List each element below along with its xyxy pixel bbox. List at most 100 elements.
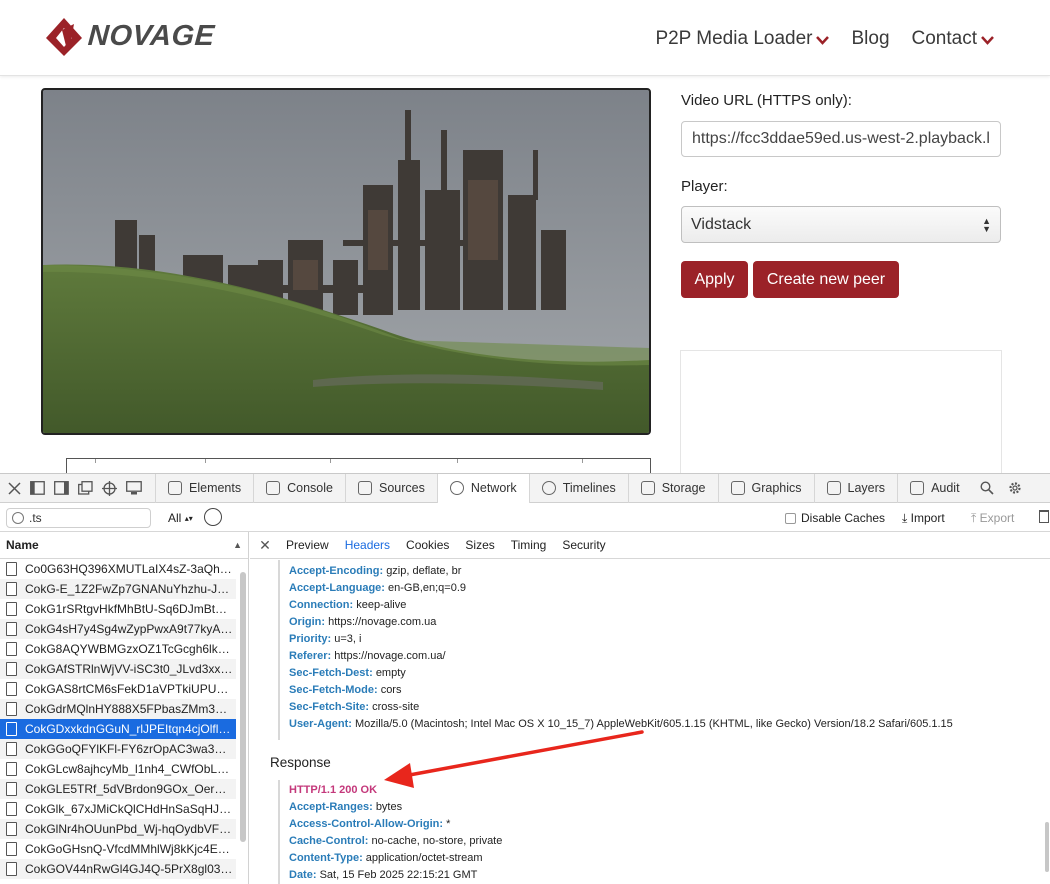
video-frame [43, 90, 649, 433]
player-select[interactable]: Vidstack ▲ ▼ [681, 206, 1001, 243]
request-name: CokGoGHsnQ-VfcdMMhlWj8kKjc4EYW... [25, 842, 233, 856]
export-button[interactable]: ⤒ Export [971, 511, 1014, 526]
tab-security[interactable]: Security [554, 538, 613, 552]
request-row[interactable]: CokGLcw8ajhcyMb_l1nh4_CWfObLAp5... [0, 759, 236, 779]
network-filter-input[interactable]: .ts [6, 508, 151, 528]
tab-sizes[interactable]: Sizes [457, 538, 502, 552]
dock-right-icon[interactable] [54, 481, 69, 495]
response-section-title: Response [270, 755, 331, 770]
header-value: Mozilla/5.0 (Macintosh; Intel Mac OS X 1… [355, 718, 953, 730]
request-row[interactable]: CokGoGHsnQ-VfcdMMhlWj8kKjc4EYW... [0, 839, 236, 859]
player-label: Player: [681, 178, 728, 195]
element-picker-icon[interactable] [102, 480, 117, 496]
request-name: CokGAfSTRlnWjVV-iSC3t0_JLvd3xx7w... [25, 662, 233, 676]
video-url-input[interactable] [681, 121, 1001, 157]
tab-timing[interactable]: Timing [503, 538, 555, 552]
resource-type-select[interactable]: All ▴▾ [168, 511, 193, 525]
request-row[interactable]: CokGdrMQlnHY888X5FPbasZMm3MZI... [0, 699, 236, 719]
request-row[interactable]: CokG-E_1Z2FwZp7GNANuYhzhu-J94m... [0, 579, 236, 599]
tab-network[interactable]: Network [436, 473, 529, 503]
web-inspector: Elements Console Sources Network Timelin… [0, 473, 1050, 884]
header-value: * [446, 818, 451, 830]
header-value: bytes [375, 801, 403, 813]
request-row[interactable]: Co0G63HQ396XMUTLaIX4sZ-3aQhjbE... [0, 559, 236, 579]
tab-headers[interactable]: Headers [337, 538, 398, 552]
nav-label: Blog [851, 28, 890, 49]
tab-audit[interactable]: Audit [897, 473, 972, 503]
header-key: Sec-Fetch-Mode: [289, 684, 378, 696]
header-line: Content-Type: application/octet-stream [289, 852, 483, 864]
tab-storage[interactable]: Storage [627, 473, 718, 503]
tab-cookies[interactable]: Cookies [398, 538, 457, 552]
nav-p2p-media-loader[interactable]: P2P Media Loader [655, 28, 830, 50]
request-row[interactable]: CokGlk_67xJMiCkQlCHdHnSaSqHJAjBa... [0, 799, 236, 819]
file-icon [6, 642, 17, 656]
request-row[interactable]: CokGDxxkdnGGuN_rlJPEItqn4cjOlflUD... [0, 719, 236, 739]
tab-console[interactable]: Console [253, 473, 345, 503]
file-icon [6, 842, 17, 856]
tab-sources[interactable]: Sources [344, 473, 437, 503]
header-line: Sec-Fetch-Dest: empty [289, 667, 406, 679]
filter-value: .ts [29, 511, 42, 525]
tab-preview[interactable]: Preview [278, 538, 337, 552]
request-row[interactable]: CokG8AQYWBMGzxOZ1TcGcgh6lk6sH... [0, 639, 236, 659]
novage-logo[interactable]: NOVAGE [44, 14, 216, 58]
tab-layers[interactable]: Layers [813, 473, 898, 503]
import-icon: ⤓ [902, 511, 908, 525]
close-icon[interactable]: ✕ [252, 537, 278, 554]
video-player[interactable] [41, 88, 651, 435]
detail-scrollbar[interactable] [1045, 822, 1049, 872]
device-settings-icon[interactable] [126, 481, 142, 495]
request-list-scrollbar[interactable] [240, 572, 246, 842]
nav-blog[interactable]: Blog [851, 28, 889, 50]
header-value: cors [380, 684, 402, 696]
request-row[interactable]: CokG4sH7y4Sg4wZypPwxA9t77kyALR1... [0, 619, 236, 639]
nav-contact[interactable]: Contact [912, 28, 994, 50]
request-row[interactable]: CokGlNr4hOUunPbd_Wj-hqOydbVF-hJ... [0, 819, 236, 839]
tab-label: Elements [189, 481, 242, 495]
filter-options-icon[interactable] [204, 508, 222, 526]
file-icon [6, 822, 17, 836]
header-key: Priority: [289, 633, 332, 645]
disable-caches-toggle[interactable]: Disable Caches [785, 511, 885, 525]
clear-log-icon[interactable] [1039, 510, 1049, 523]
audit-icon [910, 481, 925, 495]
request-row[interactable]: CokGGoQFYlKFl-FY6zrOpAC3wa3NM_... [0, 739, 236, 759]
tab-elements[interactable]: Elements [155, 473, 253, 503]
request-name: CokGDxxkdnGGuN_rlJPEItqn4cjOlflUD... [25, 722, 233, 736]
header-key: Origin: [289, 616, 326, 628]
header-value: empty [375, 667, 406, 679]
request-detail-pane: ✕ Preview Headers Cookies Sizes Timing S… [250, 532, 1050, 884]
tab-timelines[interactable]: Timelines [528, 473, 628, 503]
import-button[interactable]: ⤓ Import [902, 511, 945, 526]
request-row[interactable]: CokGOV44nRwGl4GJ4Q-5PrX8gl03nB... [0, 859, 236, 879]
close-icon[interactable] [8, 481, 21, 495]
header-line: Accept-Ranges: bytes [289, 801, 402, 813]
request-name: CokGAS8rtCM6sFekD1aVPTkiUPU2SPc... [25, 682, 233, 696]
request-name: CokG1rSRtgvHkfMhBtU-Sq6DJmBtY6jT... [25, 602, 233, 616]
header-value: application/octet-stream [365, 852, 483, 864]
create-new-peer-button[interactable]: Create new peer [753, 261, 899, 298]
name-column-header[interactable]: Name ▲ [0, 532, 248, 559]
request-row[interactable]: CokGLE5TRf_5dVBrdon9GOx_OerMmC... [0, 779, 236, 799]
detach-window-icon[interactable] [78, 481, 93, 495]
import-label: Import [910, 511, 945, 525]
tab-graphics[interactable]: Graphics [717, 473, 814, 503]
dock-left-icon[interactable] [30, 481, 45, 495]
file-icon [6, 762, 17, 776]
header-line: Sec-Fetch-Site: cross-site [289, 701, 419, 713]
request-row[interactable]: CokGAS8rtCM6sFekD1aVPTkiUPU2SPc... [0, 679, 236, 699]
request-row[interactable]: CokG1rSRtgvHkfMhBtU-Sq6DJmBtY6jT... [0, 599, 236, 619]
inspector-toolbar: Elements Console Sources Network Timelin… [0, 473, 1050, 503]
header-value: en-GB,en;q=0.9 [388, 582, 467, 594]
search-icon[interactable] [980, 481, 994, 495]
request-name: CokG-E_1Z2FwZp7GNANuYhzhu-J94m... [25, 582, 233, 596]
request-row[interactable]: CokGAfSTRlnWjVV-iSC3t0_JLvd3xx7w... [0, 659, 236, 679]
disable-caches-checkbox[interactable] [785, 512, 796, 524]
apply-button[interactable]: Apply [681, 261, 748, 298]
file-icon [6, 582, 17, 596]
header-line: User-Agent: Mozilla/5.0 (Macintosh; Inte… [289, 718, 953, 730]
gear-icon[interactable] [1008, 481, 1022, 495]
header-value: https://novage.com.ua/ [334, 650, 446, 662]
sort-caret-icon: ▲ [233, 540, 242, 550]
